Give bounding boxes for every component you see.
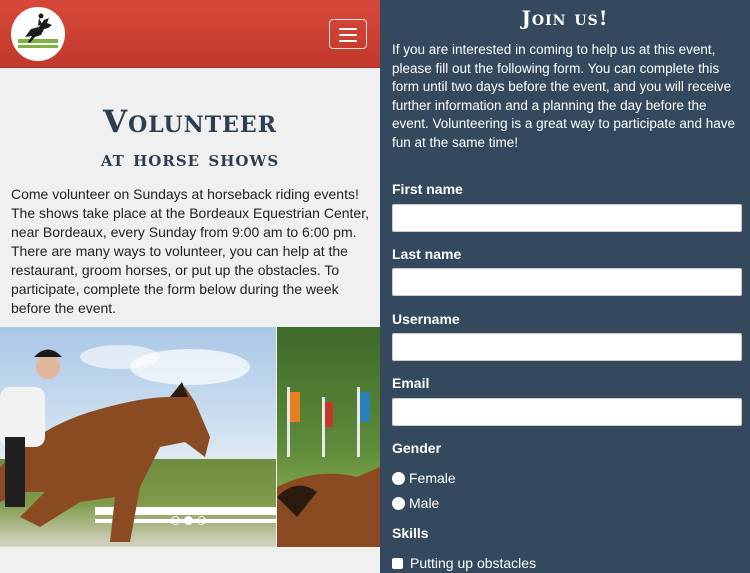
show-jumping-horse-logo-icon[interactable]	[11, 7, 65, 61]
first-name-label: First name	[392, 181, 463, 197]
page-title: Volunteer	[103, 104, 277, 140]
male-radio-label: Male	[409, 495, 440, 511]
page-subtitle: at horse shows	[100, 146, 280, 171]
navbar	[0, 0, 380, 68]
first-name-field[interactable]	[392, 204, 742, 232]
carousel-indicator-3[interactable]	[197, 516, 206, 525]
form-intro-text: If you are interested in coming to help …	[392, 42, 735, 150]
last-name-label: Last name	[392, 246, 462, 262]
left-panel: Volunteer at horse shows Come volunteer …	[0, 0, 380, 573]
female-radio[interactable]	[392, 471, 405, 485]
female-radio-label: Female	[409, 470, 456, 486]
email-field[interactable]	[392, 398, 742, 426]
username-field[interactable]	[392, 333, 742, 361]
obstacles-checkbox-label: Putting up obstacles	[410, 555, 537, 571]
hamburger-menu-icon[interactable]	[329, 19, 367, 49]
male-radio[interactable]	[392, 496, 405, 510]
gender-label: Gender	[392, 440, 442, 456]
carousel-indicator-1[interactable]	[171, 516, 180, 525]
obstacles-checkbox[interactable]	[392, 557, 403, 569]
photo-carousel[interactable]	[0, 327, 380, 547]
carousel-indicator-2[interactable]	[184, 516, 193, 525]
skill-option-obstacles[interactable]: Putting up obstacles	[392, 555, 536, 571]
intro-text: Come volunteer on Sundays at horseback r…	[11, 186, 369, 316]
gender-option-male[interactable]: Male	[392, 495, 439, 511]
last-name-field[interactable]	[392, 268, 742, 296]
email-label: Email	[392, 375, 430, 391]
gender-option-female[interactable]: Female	[392, 470, 456, 486]
rider-jumping-horse-photo	[0, 327, 276, 547]
horse-on-field-photo	[277, 327, 380, 547]
skills-label: Skills	[392, 525, 429, 541]
username-label: Username	[392, 311, 460, 327]
form-title: Join us!	[521, 6, 609, 30]
form-panel: Join us! If you are interested in coming…	[380, 0, 750, 573]
